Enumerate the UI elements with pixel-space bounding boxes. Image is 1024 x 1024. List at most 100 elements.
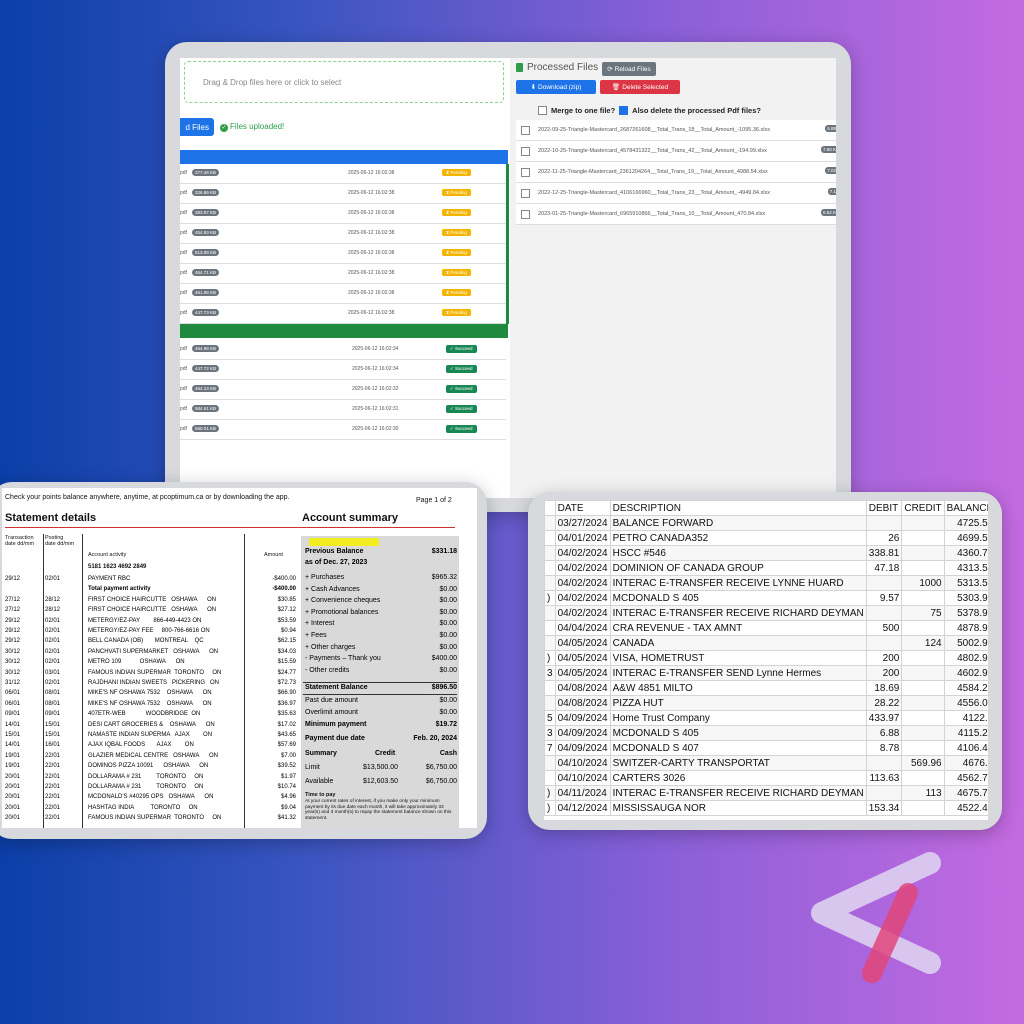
processed-file-name[interactable]: 2022-09-25-Triangle-Mastercard_268726160… [538, 127, 770, 133]
table-cell[interactable]: 4878.98 [943, 620, 988, 636]
table-cell[interactable]: 153.34 [865, 800, 903, 816]
table-cell[interactable]: 04/09/2024 [554, 725, 611, 741]
table-cell[interactable]: HSCC #546 [609, 545, 867, 561]
table-cell[interactable]: INTERAC E-TRANSFER RECEIVE LYNNE HUARD [609, 575, 867, 591]
table-cell[interactable]: MCDONALD S 405 [609, 590, 867, 606]
table-cell[interactable]: MCDONALD S 405 [609, 725, 867, 741]
table-cell[interactable]: 4562.77 [943, 770, 988, 786]
table-cell[interactable]: 04/05/2024 [554, 650, 611, 666]
table-cell[interactable]: 338.81 [865, 545, 903, 561]
table-cell[interactable]: INTERAC E-TRANSFER SEND Lynne Hermes [609, 665, 867, 681]
table-cell[interactable] [865, 575, 903, 591]
table-cell[interactable]: BALANCE FORWARD [609, 515, 867, 531]
table-cell[interactable]: 04/08/2024 [554, 680, 611, 696]
table-cell[interactable]: 04/02/2024 [554, 575, 611, 591]
table-cell[interactable]: 4602.98 [943, 665, 988, 681]
processed-file-row[interactable]: 2022-09-25-Triangle-Mastercard_268726160… [516, 120, 836, 141]
table-cell[interactable]: 4122.1 [943, 710, 988, 726]
table-cell[interactable]: 4313.55 [943, 560, 988, 576]
table-cell[interactable]: INTERAC E-TRANSFER RECEIVE RICHARD DEYMA… [609, 605, 867, 621]
table-cell[interactable]: CARTERS 3026 [609, 770, 867, 786]
table-cell[interactable]: 04/05/2024 [554, 665, 611, 681]
processed-file-row[interactable]: 2023-01-25-Triangle-Mastercard_696591086… [516, 204, 836, 225]
table-cell[interactable]: 5303.98 [943, 590, 988, 606]
table-cell[interactable]: 569.96 [901, 755, 945, 771]
processed-file-name[interactable]: 2022-11-25-Triangle-Mastercard_236120426… [538, 169, 768, 175]
table-cell[interactable]: A&W 4851 MILTO [609, 680, 867, 696]
table-cell[interactable]: CANADA [609, 635, 867, 651]
table-cell[interactable]: PETRO CANADA352 [609, 530, 867, 546]
table-cell[interactable] [865, 785, 903, 801]
table-cell[interactable]: 04/09/2024 [554, 710, 611, 726]
processed-file-row[interactable]: 2022-11-25-Triangle-Mastercard_236120426… [516, 162, 836, 183]
table-cell[interactable] [901, 710, 945, 726]
table-cell[interactable] [865, 515, 903, 531]
table-cell[interactable]: SWITZER-CARTY TRANSPORTAT [609, 755, 867, 771]
table-cell[interactable] [901, 800, 945, 816]
row-checkbox[interactable] [521, 147, 530, 156]
table-cell[interactable]: 6.88 [865, 725, 903, 741]
table-cell[interactable]: 04/05/2024 [554, 635, 611, 651]
table-cell[interactable] [901, 665, 945, 681]
table-cell[interactable]: 04/02/2024 [554, 560, 611, 576]
delete-selected-button[interactable]: 🗑 Delete Selected [600, 80, 680, 94]
table-cell[interactable]: 4106.44 [943, 740, 988, 756]
table-cell[interactable]: 04/04/2024 [554, 620, 611, 636]
table-cell[interactable]: Home Trust Company [609, 710, 867, 726]
table-cell[interactable] [901, 530, 945, 546]
table-cell[interactable] [865, 605, 903, 621]
table-cell[interactable] [901, 620, 945, 636]
table-cell[interactable] [901, 560, 945, 576]
table-cell[interactable] [865, 755, 903, 771]
column-header[interactable]: CREDIT [901, 500, 945, 516]
table-cell[interactable]: 1000 [901, 575, 945, 591]
table-cell[interactable]: 433.97 [865, 710, 903, 726]
table-cell[interactable]: 5002.98 [943, 635, 988, 651]
table-cell[interactable]: 18.69 [865, 680, 903, 696]
table-cell[interactable]: 4360.73 [943, 545, 988, 561]
table-cell[interactable]: 47.18 [865, 560, 903, 576]
reload-files-button[interactable]: ⟳ Reload Files [602, 62, 656, 76]
table-cell[interactable]: 4725.54 [943, 515, 988, 531]
table-cell[interactable]: 04/02/2024 [554, 605, 611, 621]
table-cell[interactable]: 8.78 [865, 740, 903, 756]
processed-file-name[interactable]: 2023-01-25-Triangle-Mastercard_696591086… [538, 211, 765, 217]
table-cell[interactable]: 4584.29 [943, 680, 988, 696]
table-cell[interactable]: 200 [865, 650, 903, 666]
table-cell[interactable]: 4699.54 [943, 530, 988, 546]
also-delete-checkbox[interactable] [619, 106, 629, 115]
table-cell[interactable] [901, 770, 945, 786]
table-cell[interactable]: 4802.98 [943, 650, 988, 666]
table-cell[interactable]: 4115.22 [943, 725, 988, 741]
table-cell[interactable]: 04/09/2024 [554, 740, 611, 756]
download-zip-button[interactable]: ⬇ Download (zip) [516, 80, 596, 94]
row-checkbox[interactable] [521, 126, 530, 135]
table-cell[interactable] [865, 635, 903, 651]
table-cell[interactable]: 5378.98 [943, 605, 988, 621]
table-cell[interactable]: 28.22 [865, 695, 903, 711]
row-checkbox[interactable] [521, 168, 530, 177]
table-cell[interactable] [901, 515, 945, 531]
table-cell[interactable]: 04/02/2024 [554, 590, 611, 606]
table-cell[interactable]: 03/27/2024 [554, 515, 611, 531]
row-checkbox[interactable] [521, 189, 530, 198]
drop-zone[interactable]: Drag & Drop files here or click to selec… [184, 61, 504, 103]
table-cell[interactable]: 04/11/2024 [554, 785, 611, 801]
table-cell[interactable] [901, 590, 945, 606]
table-cell[interactable]: 200 [865, 665, 903, 681]
table-cell[interactable] [901, 695, 945, 711]
table-cell[interactable]: 124 [901, 635, 945, 651]
table-cell[interactable] [901, 725, 945, 741]
processed-file-row[interactable]: 2022-10-25-Triangle-Mastercard_457843132… [516, 141, 836, 162]
processed-file-name[interactable]: 2022-12-25-Triangle-Mastercard_410616696… [538, 190, 770, 196]
table-cell[interactable] [901, 545, 945, 561]
table-cell[interactable]: MISSISSAUGA NOR [609, 800, 867, 816]
table-cell[interactable]: 4556.07 [943, 695, 988, 711]
table-cell[interactable]: 113 [901, 785, 945, 801]
table-cell[interactable] [901, 740, 945, 756]
table-cell[interactable]: CRA REVENUE - TAX AMNT [609, 620, 867, 636]
table-cell[interactable]: 5313.55 [943, 575, 988, 591]
column-header[interactable]: DEBIT [865, 500, 903, 516]
table-cell[interactable]: 26 [865, 530, 903, 546]
table-cell[interactable]: 9.57 [865, 590, 903, 606]
